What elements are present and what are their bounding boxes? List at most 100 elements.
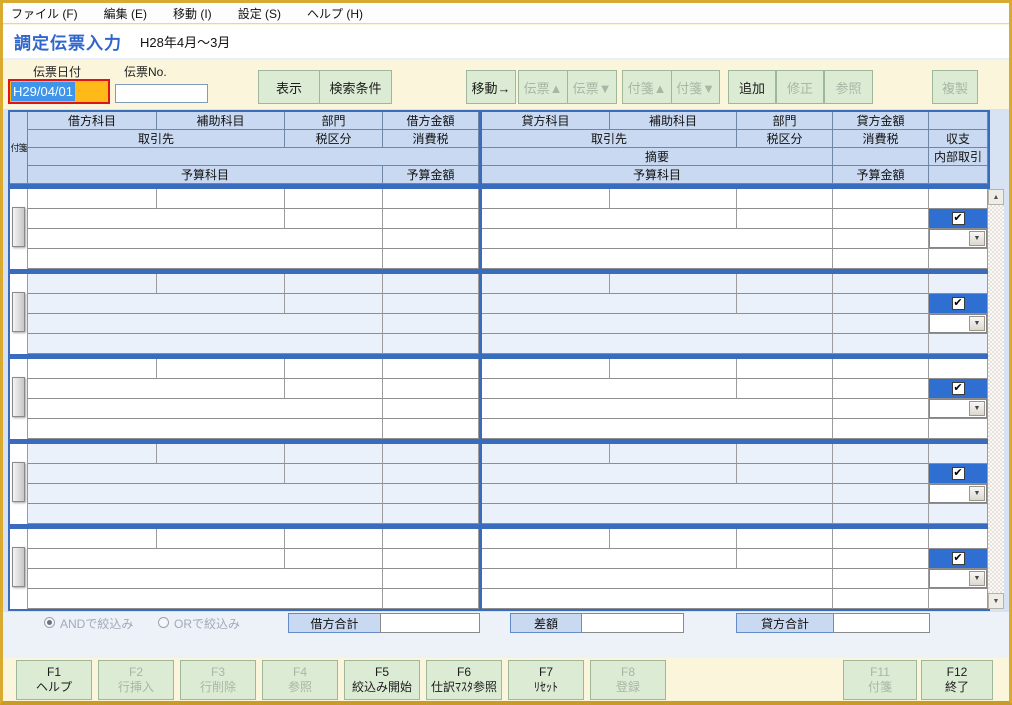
internal-transaction-checkbox[interactable]: ✔ xyxy=(952,212,965,225)
table-cell[interactable] xyxy=(833,444,929,464)
table-cell[interactable] xyxy=(285,379,383,399)
move-button[interactable]: 移動→ xyxy=(466,70,516,104)
table-cell[interactable] xyxy=(833,379,929,399)
table-cell[interactable] xyxy=(833,189,929,209)
table-cell[interactable] xyxy=(482,359,610,379)
table-cell[interactable] xyxy=(737,464,833,484)
table-cell[interactable] xyxy=(285,464,383,484)
table-cell[interactable] xyxy=(833,359,929,379)
table-cell[interactable] xyxy=(28,229,383,249)
balance-dropdown[interactable]: ▼ xyxy=(929,229,987,248)
table-cell[interactable] xyxy=(383,549,479,569)
fusen-tab-icon[interactable] xyxy=(12,207,25,247)
fusen-cell[interactable] xyxy=(10,359,28,439)
menu-item-4[interactable]: ヘルプ (H) xyxy=(307,5,363,22)
table-cell[interactable] xyxy=(28,419,383,439)
table-cell[interactable] xyxy=(833,589,929,609)
table-cell[interactable] xyxy=(285,189,383,209)
table-cell[interactable] xyxy=(929,444,988,464)
table-cell[interactable] xyxy=(833,334,929,354)
table-cell[interactable] xyxy=(28,399,383,419)
fkey-f12-button[interactable]: F12終了 xyxy=(921,660,993,700)
fkey-f1-button[interactable]: F1ヘルプ xyxy=(16,660,92,700)
table-cell[interactable] xyxy=(383,229,479,249)
display-button[interactable]: 表示 xyxy=(258,70,320,104)
internal-transaction-checkbox[interactable]: ✔ xyxy=(952,382,965,395)
table-cell[interactable] xyxy=(285,549,383,569)
table-cell[interactable] xyxy=(929,419,988,439)
table-cell[interactable] xyxy=(28,314,383,334)
fusen-tab-icon[interactable] xyxy=(12,377,25,417)
table-cell[interactable] xyxy=(610,274,737,294)
slip-date-input[interactable]: H29/04/01 xyxy=(8,79,110,104)
table-cell[interactable] xyxy=(482,419,833,439)
add-button[interactable]: 追加 xyxy=(728,70,776,104)
table-cell[interactable] xyxy=(929,249,988,269)
internal-transaction-cell[interactable]: ✔ xyxy=(929,464,988,484)
difference-input[interactable] xyxy=(581,613,684,633)
table-cell[interactable] xyxy=(28,274,157,294)
table-cell[interactable] xyxy=(482,569,833,589)
table-cell[interactable] xyxy=(833,504,929,524)
table-cell[interactable] xyxy=(28,484,383,504)
table-cell[interactable] xyxy=(929,529,988,549)
fusen-cell[interactable] xyxy=(10,529,28,609)
table-cell[interactable] xyxy=(737,529,833,549)
balance-dropdown[interactable]: ▼ xyxy=(929,484,987,503)
table-cell[interactable] xyxy=(28,294,285,314)
table-cell[interactable] xyxy=(28,359,157,379)
table-cell[interactable] xyxy=(833,249,929,269)
table-cell[interactable] xyxy=(383,274,479,294)
table-cell[interactable] xyxy=(610,529,737,549)
menu-item-1[interactable]: 編集 (E) xyxy=(104,5,147,22)
table-cell[interactable] xyxy=(482,484,833,504)
table-cell[interactable] xyxy=(737,294,833,314)
table-cell[interactable] xyxy=(28,444,157,464)
table-cell[interactable] xyxy=(482,229,833,249)
table-cell[interactable] xyxy=(383,529,479,549)
fusen-tab-icon[interactable] xyxy=(12,462,25,502)
table-cell[interactable] xyxy=(929,589,988,609)
menu-item-0[interactable]: ファイル (F) xyxy=(11,5,78,22)
table-cell[interactable] xyxy=(28,464,285,484)
table-cell[interactable] xyxy=(737,359,833,379)
table-cell[interactable] xyxy=(28,209,285,229)
table-cell[interactable] xyxy=(833,274,929,294)
table-cell[interactable] xyxy=(157,359,285,379)
internal-transaction-checkbox[interactable]: ✔ xyxy=(952,297,965,310)
table-cell[interactable] xyxy=(383,189,479,209)
table-cell[interactable] xyxy=(383,484,479,504)
fusen-tab-icon[interactable] xyxy=(12,547,25,587)
table-cell[interactable] xyxy=(610,359,737,379)
table-cell[interactable] xyxy=(383,419,479,439)
table-cell[interactable] xyxy=(157,189,285,209)
table-cell[interactable] xyxy=(737,549,833,569)
table-cell[interactable] xyxy=(482,314,833,334)
table-cell[interactable] xyxy=(383,314,479,334)
table-cell[interactable] xyxy=(285,209,383,229)
table-cell[interactable] xyxy=(833,549,929,569)
fkey-f6-button[interactable]: F6仕訳ﾏｽﾀ参照 xyxy=(426,660,502,700)
table-cell[interactable] xyxy=(157,274,285,294)
balance-dropdown[interactable]: ▼ xyxy=(929,314,987,333)
fusen-cell[interactable] xyxy=(10,274,28,354)
debit-total-input[interactable] xyxy=(380,613,480,633)
table-cell[interactable] xyxy=(833,229,929,249)
table-cell[interactable] xyxy=(482,334,833,354)
table-cell[interactable] xyxy=(482,189,610,209)
table-cell[interactable] xyxy=(737,274,833,294)
internal-transaction-cell[interactable]: ✔ xyxy=(929,379,988,399)
table-cell[interactable] xyxy=(833,314,929,334)
table-cell[interactable] xyxy=(737,379,833,399)
table-cell[interactable] xyxy=(929,504,988,524)
table-cell[interactable] xyxy=(482,589,833,609)
dropdown-arrow-icon[interactable]: ▼ xyxy=(969,231,985,246)
fusen-cell[interactable] xyxy=(10,444,28,524)
table-cell[interactable] xyxy=(833,399,929,419)
table-cell[interactable] xyxy=(833,569,929,589)
search-condition-button[interactable]: 検索条件 xyxy=(319,70,392,104)
table-cell[interactable] xyxy=(383,569,479,589)
table-cell[interactable] xyxy=(833,294,929,314)
vertical-scrollbar[interactable]: ▲ ▼ xyxy=(988,189,1004,609)
internal-transaction-checkbox[interactable]: ✔ xyxy=(952,467,965,480)
